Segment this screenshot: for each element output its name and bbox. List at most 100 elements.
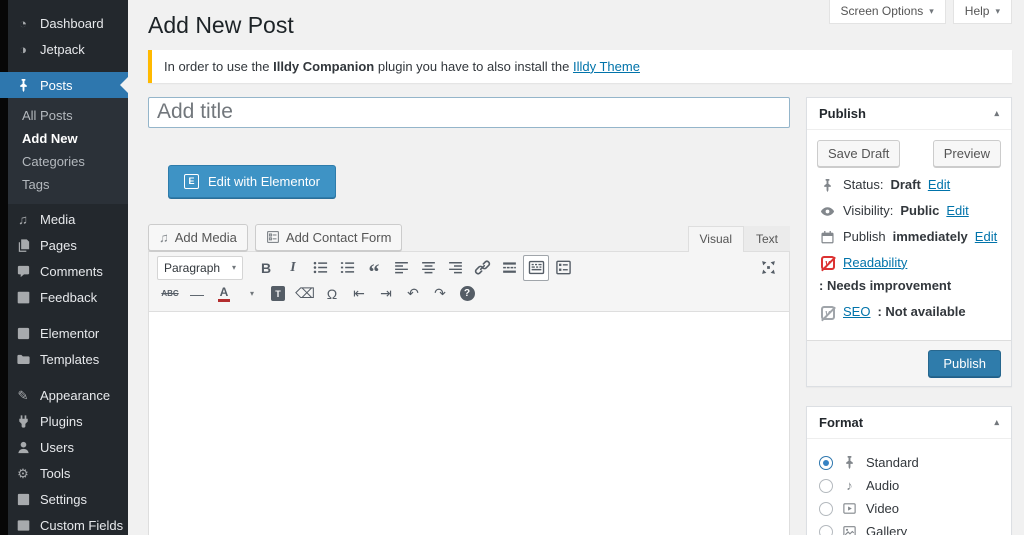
collapse-toggle-icon[interactable]: ▴ [994,417,999,428]
posts-submenu: All Posts Add New Categories Tags [0,98,128,204]
read-more-tag-button[interactable] [496,255,522,281]
distraction-free-button[interactable] [755,255,781,281]
sidebar-item-label: Tools [40,466,70,481]
sidebar-item-plugins[interactable]: Plugins [0,408,128,434]
add-media-button[interactable]: ♫ Add Media [148,224,248,251]
editor-toolbar: Paragraph ▾ B I “ [149,252,789,312]
side-column: Publish ▴ Save Draft Preview Status: [806,97,1012,535]
sidebar-item-users[interactable]: Users [0,434,128,460]
seo-row: y SEO : Not available [819,304,999,321]
italic-button[interactable]: I [280,255,306,281]
text-color-letter: A [220,286,229,298]
readability-link[interactable]: Readability [843,255,907,272]
chevron-down-icon: ▾ [929,6,934,17]
sidebar-item-tools[interactable]: ⚙ Tools [0,460,128,486]
sidebar-item-templates[interactable]: Templates [0,346,128,372]
sidebar-item-label: Templates [40,352,99,367]
sidebar-item-label: Media [40,212,75,227]
text-color-swatch [218,299,230,302]
menu-separator [0,62,128,72]
undo-button[interactable]: ↶ [400,281,426,307]
horizontal-rule-button[interactable]: — [184,281,210,307]
sidebar-item-settings[interactable]: Settings [0,486,128,512]
align-right-button[interactable] [442,255,468,281]
text-color-dropdown[interactable]: ▾ [238,281,264,307]
insert-link-button[interactable] [469,255,495,281]
edit-schedule-link[interactable]: Edit [975,229,997,246]
clear-formatting-button[interactable]: ⌫ [292,281,318,307]
sidebar-item-jetpack[interactable]: ◑ Jetpack [0,36,128,62]
tinymce-editor: Paragraph ▾ B I “ [148,251,790,535]
illdy-theme-link[interactable]: Illdy Theme [573,59,640,74]
edit-visibility-link[interactable]: Edit [946,203,968,220]
sidebar-item-posts[interactable]: Posts [0,72,128,98]
post-title-input[interactable] [148,97,790,128]
text-color-button[interactable]: A [211,281,237,307]
help-icon: ? [460,286,475,301]
tab-visual[interactable]: Visual [688,226,744,252]
screen-options-button[interactable]: Screen Options ▾ [829,0,946,24]
preview-button[interactable]: Preview [933,140,1001,167]
sidebar-item-pages[interactable]: Pages [0,232,128,258]
edit-status-link[interactable]: Edit [928,177,950,194]
redo-button[interactable]: ↷ [427,281,453,307]
bold-button[interactable]: B [253,255,279,281]
format-box-header[interactable]: Format ▴ [807,407,1011,439]
add-contact-form-button[interactable]: Add Contact Form [255,224,403,251]
format-box-body: Standard ♪ Audio Video [807,439,1011,535]
outdent-button[interactable]: ⇤ [346,281,372,307]
align-left-button[interactable] [388,255,414,281]
readability-row: y Readability : Needs improvement [819,255,999,296]
media-icon: ♫ [14,213,32,226]
gallery-icon [841,524,858,535]
notice-text: plugin you have to also install the [374,59,573,74]
save-draft-button[interactable]: Save Draft [817,140,900,167]
radio-gallery[interactable] [819,525,833,535]
add-media-label: Add Media [175,230,237,245]
radio-audio[interactable] [819,479,833,493]
sidebar-item-custom-fields[interactable]: Custom Fields [0,512,128,535]
publish-box-footer: Publish [807,340,1011,386]
sidebar-subitem-all-posts[interactable]: All Posts [0,104,128,127]
comment-bubble-icon [14,264,32,279]
video-icon [841,501,858,516]
sidebar-item-media[interactable]: ♫ Media [0,206,128,232]
media-buttons-row: ♫ Add Media Add Contact Form Visual Text [148,224,790,251]
sidebar-item-label: Posts [40,78,73,93]
publish-box-header[interactable]: Publish ▴ [807,98,1011,130]
sidebar-item-dashboard[interactable]: ◔ Dashboard [0,10,128,36]
format-option-standard: Standard [819,455,999,470]
sidebar-item-elementor[interactable]: Elementor [0,320,128,346]
blockquote-button[interactable]: “ [361,255,387,281]
sidebar-item-label: Pages [40,238,77,253]
editor-content-area[interactable] [149,312,789,535]
sidebar-subitem-tags[interactable]: Tags [0,173,128,196]
collapse-toggle-icon[interactable]: ▴ [994,108,999,119]
paragraph-format-select[interactable]: Paragraph ▾ [157,256,243,280]
numbered-list-button[interactable] [334,255,360,281]
keyboard-shortcuts-help-button[interactable]: ? [454,281,480,307]
toolbar-toggle-button[interactable] [523,255,549,281]
sidebar-subitem-categories[interactable]: Categories [0,150,128,173]
indent-button[interactable]: ⇥ [373,281,399,307]
publish-button[interactable]: Publish [928,350,1001,377]
radio-standard[interactable] [819,456,833,470]
align-center-button[interactable] [415,255,441,281]
edit-with-elementor-button[interactable]: E Edit with Elementor [168,165,336,198]
publish-box: Publish ▴ Save Draft Preview Status: [806,97,1012,387]
sidebar-item-feedback[interactable]: Feedback [0,284,128,310]
sidebar-subitem-add-new[interactable]: Add New [0,127,128,150]
special-character-button[interactable]: Ω [319,281,345,307]
tab-text[interactable]: Text [744,226,790,251]
chevron-down-icon: ▾ [232,263,236,272]
strikethrough-button[interactable]: ABC [157,281,183,307]
contact-form-toolbar-button[interactable] [550,255,576,281]
sidebar-item-comments[interactable]: Comments [0,258,128,284]
seo-link[interactable]: SEO [843,304,870,321]
help-button[interactable]: Help ▾ [953,0,1012,24]
paste-as-text-button[interactable]: T [265,281,291,307]
bulleted-list-button[interactable] [307,255,333,281]
radio-video[interactable] [819,502,833,516]
sidebar-item-appearance[interactable]: ✎ Appearance [0,382,128,408]
format-option-label: Gallery [866,524,907,535]
